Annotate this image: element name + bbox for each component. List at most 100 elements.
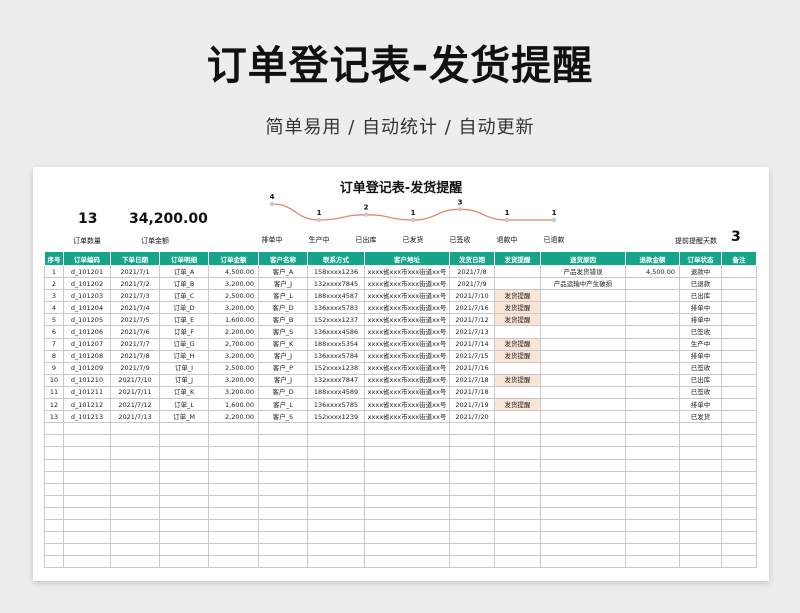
- empty-cell[interactable]: [110, 518, 160, 533]
- cell-ship-date[interactable]: 2021/7/18: [449, 385, 495, 400]
- empty-cell[interactable]: [540, 531, 626, 545]
- cell-reason[interactable]: 产品运输中产生破损: [540, 277, 626, 291]
- cell-customer[interactable]: 客户_D: [258, 385, 308, 400]
- empty-cell[interactable]: [625, 482, 680, 496]
- empty-cell[interactable]: [208, 482, 259, 496]
- cell-customer[interactable]: 客户_L: [258, 398, 308, 412]
- cell-note[interactable]: [721, 277, 757, 291]
- cell-amount[interactable]: 2,700.00: [208, 337, 259, 351]
- cell-address[interactable]: xxxx省xxx市xxx街道xx号: [364, 349, 450, 363]
- empty-cell[interactable]: [44, 482, 64, 496]
- cell-remind[interactable]: [494, 361, 541, 375]
- column-header[interactable]: 备注: [721, 251, 757, 266]
- empty-cell[interactable]: [364, 470, 450, 484]
- cell-note[interactable]: [721, 325, 757, 339]
- cell-date[interactable]: 2021/7/12: [110, 398, 160, 412]
- empty-cell[interactable]: [307, 494, 365, 508]
- empty-cell[interactable]: [44, 434, 64, 448]
- cell-remind[interactable]: [494, 264, 541, 279]
- cell-no[interactable]: 8: [44, 349, 64, 363]
- cell-code[interactable]: d_101210: [63, 373, 111, 387]
- empty-cell[interactable]: [721, 434, 757, 448]
- empty-cell[interactable]: [449, 434, 495, 448]
- column-header[interactable]: 客户名称: [258, 251, 308, 266]
- empty-cell[interactable]: [679, 434, 722, 448]
- cell-note[interactable]: [721, 337, 757, 351]
- cell-reason[interactable]: [540, 337, 626, 351]
- cell-date[interactable]: 2021/7/5: [110, 313, 160, 327]
- empty-cell[interactable]: [449, 518, 495, 533]
- cell-date[interactable]: 2021/7/4: [110, 301, 160, 315]
- empty-cell[interactable]: [449, 446, 495, 460]
- cell-detail[interactable]: 订单_J: [159, 373, 209, 387]
- empty-cell[interactable]: [364, 555, 450, 569]
- empty-cell[interactable]: [307, 422, 365, 436]
- cell-code[interactable]: d_101202: [63, 277, 111, 291]
- cell-status[interactable]: 排单中: [679, 349, 722, 363]
- cell-address[interactable]: xxxx省xxx市xxx街道xx号: [364, 398, 450, 412]
- empty-cell[interactable]: [625, 470, 680, 484]
- empty-cell[interactable]: [159, 422, 209, 436]
- cell-customer[interactable]: 客户_J: [258, 373, 308, 387]
- empty-cell[interactable]: [721, 494, 757, 508]
- empty-cell[interactable]: [110, 446, 160, 460]
- empty-cell[interactable]: [258, 446, 308, 460]
- cell-status[interactable]: 已退款: [679, 277, 722, 291]
- cell-refund[interactable]: [625, 385, 680, 400]
- cell-remind[interactable]: [494, 385, 541, 400]
- empty-cell[interactable]: [679, 458, 722, 472]
- empty-cell[interactable]: [159, 482, 209, 496]
- column-header[interactable]: 下单日期: [110, 251, 160, 266]
- empty-cell[interactable]: [208, 434, 259, 448]
- cell-remind[interactable]: [494, 325, 541, 339]
- cell-phone[interactable]: 188xxxx5354: [307, 337, 365, 351]
- empty-cell[interactable]: [63, 482, 111, 496]
- cell-detail[interactable]: 订单_B: [159, 277, 209, 291]
- empty-cell[interactable]: [208, 494, 259, 508]
- empty-cell[interactable]: [159, 470, 209, 484]
- empty-cell[interactable]: [449, 494, 495, 508]
- empty-cell[interactable]: [364, 531, 450, 545]
- cell-detail[interactable]: 订单_H: [159, 349, 209, 363]
- cell-note[interactable]: [721, 361, 757, 375]
- cell-detail[interactable]: 订单_A: [159, 264, 209, 279]
- empty-cell[interactable]: [540, 470, 626, 484]
- cell-status[interactable]: 生产中: [679, 337, 722, 351]
- empty-cell[interactable]: [258, 458, 308, 472]
- empty-cell[interactable]: [679, 531, 722, 545]
- empty-cell[interactable]: [449, 470, 495, 484]
- empty-cell[interactable]: [159, 531, 209, 545]
- cell-no[interactable]: 11: [44, 385, 64, 400]
- empty-cell[interactable]: [208, 518, 259, 533]
- cell-amount[interactable]: 2,500.00: [208, 289, 259, 303]
- cell-status[interactable]: 已签收: [679, 385, 722, 400]
- empty-cell[interactable]: [63, 506, 111, 520]
- cell-reason[interactable]: [540, 349, 626, 363]
- cell-refund[interactable]: [625, 349, 680, 363]
- cell-no[interactable]: 7: [44, 337, 64, 351]
- empty-cell[interactable]: [110, 422, 160, 436]
- empty-cell[interactable]: [494, 494, 541, 508]
- cell-amount[interactable]: 3,200.00: [208, 349, 259, 363]
- empty-cell[interactable]: [307, 470, 365, 484]
- cell-phone[interactable]: 188xxxx4589: [307, 385, 365, 400]
- cell-refund[interactable]: [625, 313, 680, 327]
- empty-cell[interactable]: [494, 543, 541, 557]
- cell-customer[interactable]: 客户_P: [258, 361, 308, 375]
- empty-cell[interactable]: [494, 470, 541, 484]
- cell-amount[interactable]: 4,500.00: [208, 264, 259, 279]
- cell-code[interactable]: d_101203: [63, 289, 111, 303]
- empty-cell[interactable]: [625, 434, 680, 448]
- empty-cell[interactable]: [307, 518, 365, 533]
- cell-address[interactable]: xxxx省xxx市xxx街道xx号: [364, 289, 450, 303]
- empty-cell[interactable]: [258, 482, 308, 496]
- empty-cell[interactable]: [159, 555, 209, 569]
- empty-cell[interactable]: [258, 494, 308, 508]
- column-header[interactable]: 退款金额: [625, 251, 680, 266]
- cell-note[interactable]: [721, 264, 757, 279]
- cell-reason[interactable]: [540, 373, 626, 387]
- cell-code[interactable]: d_101201: [63, 264, 111, 279]
- cell-ship-date[interactable]: 2021/7/18: [449, 373, 495, 387]
- cell-remind[interactable]: [494, 277, 541, 291]
- cell-reason[interactable]: [540, 289, 626, 303]
